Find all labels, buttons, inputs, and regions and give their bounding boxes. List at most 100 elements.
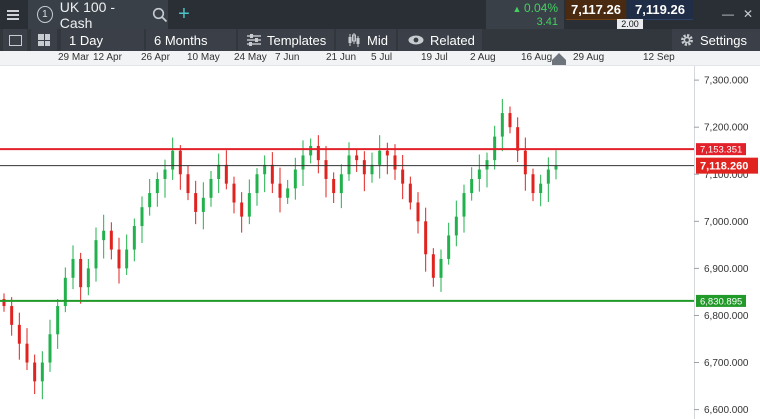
price-tick-label: 7,300.000 (704, 76, 749, 87)
candle-body (224, 164, 228, 184)
candle-body (10, 306, 14, 325)
candle-body (56, 306, 60, 335)
candle-body (40, 362, 44, 382)
close-icon[interactable]: ✕ (743, 7, 753, 21)
change-percent: ▲ 0.04% (486, 0, 558, 16)
candle-body (355, 155, 359, 161)
date-tick-label: 19 Jul (421, 52, 448, 63)
price-type-selector[interactable]: Mid (336, 29, 396, 51)
templates-button[interactable]: Templates (238, 29, 334, 51)
up-arrow-icon: ▲ (512, 4, 524, 14)
candle-body (385, 150, 389, 156)
candle-body (79, 258, 83, 288)
candle-body (209, 178, 213, 198)
candle-body (393, 155, 397, 170)
date-axis: 29 Mar 12 Apr 26 Apr 10 May 24 May 7 Jun 21 Ju… (0, 51, 760, 66)
candle-body (554, 165, 558, 170)
candle-body (86, 268, 90, 288)
candle-body (140, 207, 144, 227)
candle-body (194, 193, 198, 212)
search-icon[interactable] (152, 7, 168, 23)
candle-body (470, 178, 474, 194)
date-tick-label: 5 Jul (371, 52, 393, 63)
price-tick-label: 6,700.000 (704, 358, 749, 369)
candle-body (477, 169, 481, 179)
candle-body (362, 160, 366, 175)
range-selector[interactable]: 6 Months (146, 29, 236, 51)
instrument-name: UK 100 - Cash (59, 0, 116, 31)
date-tick-label: 21 Jun (326, 52, 357, 63)
menu-button[interactable] (0, 0, 26, 29)
layout-button[interactable] (3, 29, 27, 51)
candle-body (201, 197, 205, 212)
candle-body (447, 235, 451, 259)
related-label: Related (430, 32, 475, 48)
date-tick-label: 29 Mar (58, 52, 90, 63)
candle-body (454, 216, 458, 236)
candle-body (171, 150, 175, 170)
candle-body (462, 193, 466, 217)
candle-body (263, 164, 267, 175)
candle-body (408, 183, 412, 203)
price-change-panel: ▲ 0.04% 3.41 (486, 0, 564, 29)
gear-icon (681, 34, 693, 46)
minimize-icon[interactable]: — (722, 7, 734, 21)
add-tab-button[interactable]: + (174, 4, 194, 24)
tab-number-badge: 1 (37, 6, 53, 23)
candle-body (332, 178, 336, 194)
candle-body (270, 164, 274, 184)
candle-body (155, 178, 159, 194)
price-tick-label: 7,000.000 (704, 217, 749, 228)
sell-price-button[interactable]: 7,117.26 (566, 0, 626, 20)
support-price-label: 6,830.895 (700, 296, 742, 307)
candle-body (508, 113, 512, 128)
candle-body (163, 169, 167, 179)
candle-body (125, 249, 129, 269)
layout-icon (8, 34, 22, 46)
date-tick-label: 29 Aug (573, 52, 605, 63)
interval-selector[interactable]: 1 Day (61, 29, 144, 51)
candle-body (309, 146, 313, 156)
candle-body (293, 169, 297, 189)
scroll-marker-base[interactable] (552, 60, 566, 65)
candle-body (94, 240, 98, 269)
settings-button[interactable]: Settings (672, 29, 760, 51)
candle-body (301, 155, 305, 170)
candle-body (485, 160, 489, 170)
candle-body (247, 193, 251, 217)
candle-body (178, 150, 182, 175)
price-tick-label: 6,800.000 (704, 311, 749, 322)
settings-label: Settings (700, 32, 747, 48)
eye-icon (408, 35, 424, 45)
candle-body (286, 188, 290, 198)
change-absolute: 3.41 (536, 16, 558, 28)
candle-body (516, 127, 520, 151)
candle-body (117, 249, 121, 269)
resistance-price-label: 7,153.351 (700, 145, 742, 156)
date-tick-label: 2 Aug (470, 52, 496, 63)
candle-body (148, 193, 152, 208)
candle-body (186, 174, 190, 194)
buy-price-button[interactable]: 7,119.26 (627, 0, 693, 20)
grid-icon (38, 34, 50, 46)
candle-body (347, 155, 351, 175)
candle-body (25, 343, 29, 363)
candle-body (401, 169, 405, 184)
candle-body (531, 174, 535, 194)
price-chart[interactable]: 6,600.000 6,700.000 6,800.000 6,900.000 7,00… (0, 66, 760, 419)
price-tick-label: 6,600.000 (704, 405, 749, 416)
candle-body (339, 174, 343, 194)
grid-layout-button[interactable] (31, 29, 57, 51)
candle-body (500, 113, 504, 137)
range-label: 6 Months (154, 32, 208, 48)
candle-body (424, 221, 428, 255)
candle-body (324, 160, 328, 179)
date-tick-label: 7 Jun (275, 52, 300, 63)
chart-toolbar: 1 Day 6 Months Templates Mid Related Set… (0, 29, 760, 51)
top-bar: 1 UK 100 - Cash + ▲ 0.04% 3.41 7,117.26 … (0, 0, 760, 31)
candle-body (439, 258, 443, 278)
spread-badge: 2.00 (617, 19, 643, 29)
related-button[interactable]: Related (398, 29, 482, 51)
instrument-tab[interactable]: 1 UK 100 - Cash (28, 0, 168, 31)
scroll-marker-icon[interactable] (552, 53, 566, 60)
